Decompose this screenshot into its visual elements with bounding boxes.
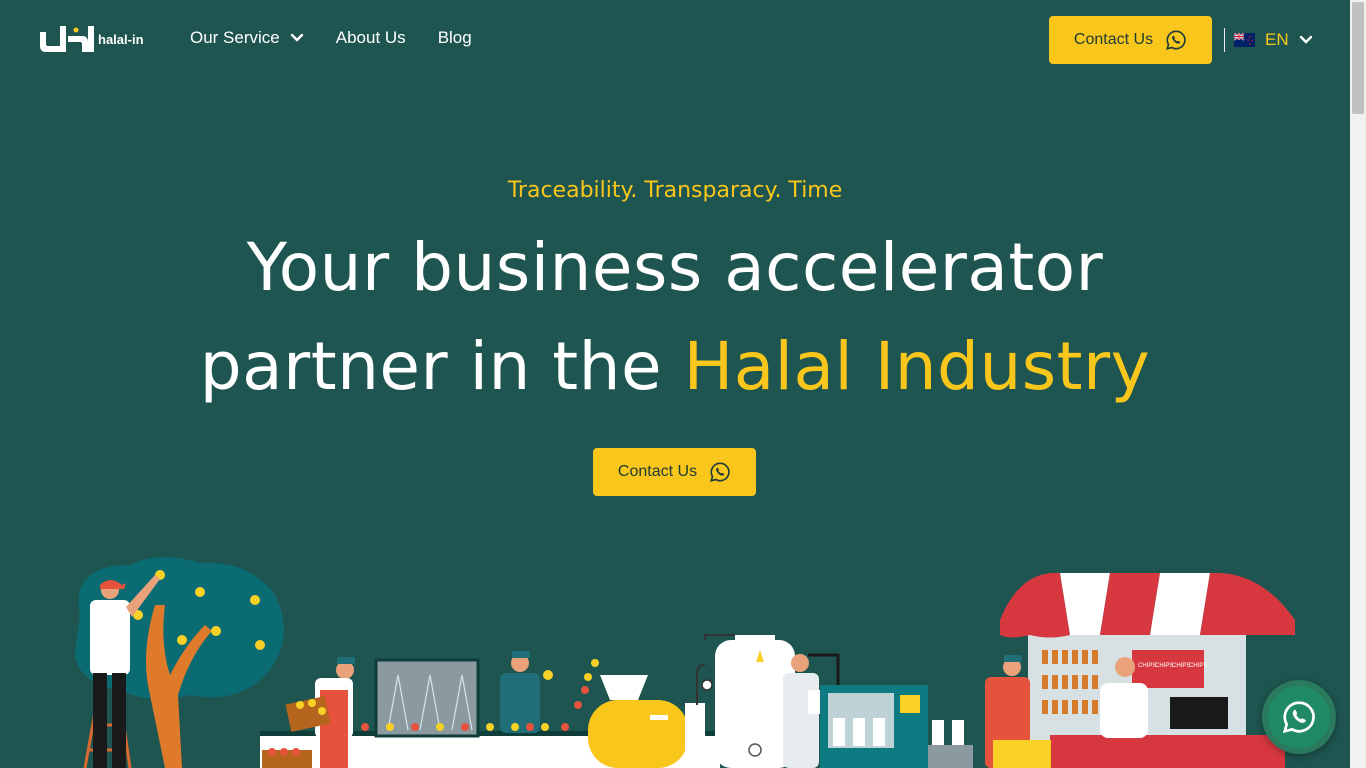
market-stall: CHIPS CHIPS CHIPS CHIPS xyxy=(985,572,1295,768)
scrollbar-track[interactable] xyxy=(1350,0,1366,768)
chevron-down-icon xyxy=(1299,35,1312,44)
hero-contact-button[interactable]: Contact Us xyxy=(593,448,756,496)
chips-label: CHIPS xyxy=(1138,663,1156,669)
washing-station xyxy=(361,658,494,738)
hero-headline-line2: partner in the Halal Industry xyxy=(0,331,1350,403)
whatsapp-icon xyxy=(710,462,730,482)
logo[interactable]: halal-in xyxy=(36,22,144,56)
hero-headline-highlight: Halal Industry xyxy=(683,328,1151,405)
nav-our-service[interactable]: Our Service xyxy=(190,28,304,48)
whatsapp-float-button[interactable] xyxy=(1262,680,1336,754)
nav-about-us[interactable]: About Us xyxy=(336,28,406,48)
nav-our-service-label: Our Service xyxy=(190,28,280,47)
header-contact-label: Contact Us xyxy=(1073,31,1154,48)
language-selector[interactable]: EN xyxy=(1234,30,1313,50)
header-divider xyxy=(1224,28,1225,52)
worker-crate xyxy=(262,657,355,768)
chevron-down-icon xyxy=(290,33,303,42)
logo-text: halal-in xyxy=(98,31,144,47)
main-nav: Our Service About Us Blog xyxy=(190,28,472,48)
sorter-worker xyxy=(500,651,599,733)
hero-tagline: Traceability. Transparacy. Time xyxy=(507,178,843,203)
nav-blog[interactable]: Blog xyxy=(438,28,472,48)
chips-shelf: CHIPS CHIPS CHIPS CHIPS xyxy=(1132,650,1207,688)
whatsapp-icon xyxy=(1282,701,1315,734)
whatsapp-icon xyxy=(1166,30,1186,50)
header-contact-button[interactable]: Contact Us xyxy=(1049,16,1212,64)
bottling-machine xyxy=(820,685,973,768)
juicer-machine xyxy=(588,675,705,768)
site-header: halal-in Our Service About Us Blog Conta… xyxy=(0,0,1350,80)
chips-label: CHIPS xyxy=(1189,663,1207,669)
nz-flag-icon xyxy=(1234,33,1255,47)
hero-headline-line1: Your business accelerator xyxy=(246,229,1104,306)
chips-label: CHIPS xyxy=(1172,663,1190,669)
chips-label: CHIPS xyxy=(1155,663,1173,669)
hero-headline-prefix: partner in the xyxy=(199,328,684,405)
tank-scientist xyxy=(696,634,840,768)
halal-logo-icon xyxy=(40,26,94,52)
hero-contact-label: Contact Us xyxy=(617,463,698,480)
language-label: EN xyxy=(1265,30,1289,49)
scrollbar-thumb[interactable] xyxy=(1352,2,1364,114)
whatsapp-float-inner xyxy=(1268,686,1330,748)
supply-chain-illustration: CHIPS CHIPS CHIPS CHIPS xyxy=(75,556,1295,768)
